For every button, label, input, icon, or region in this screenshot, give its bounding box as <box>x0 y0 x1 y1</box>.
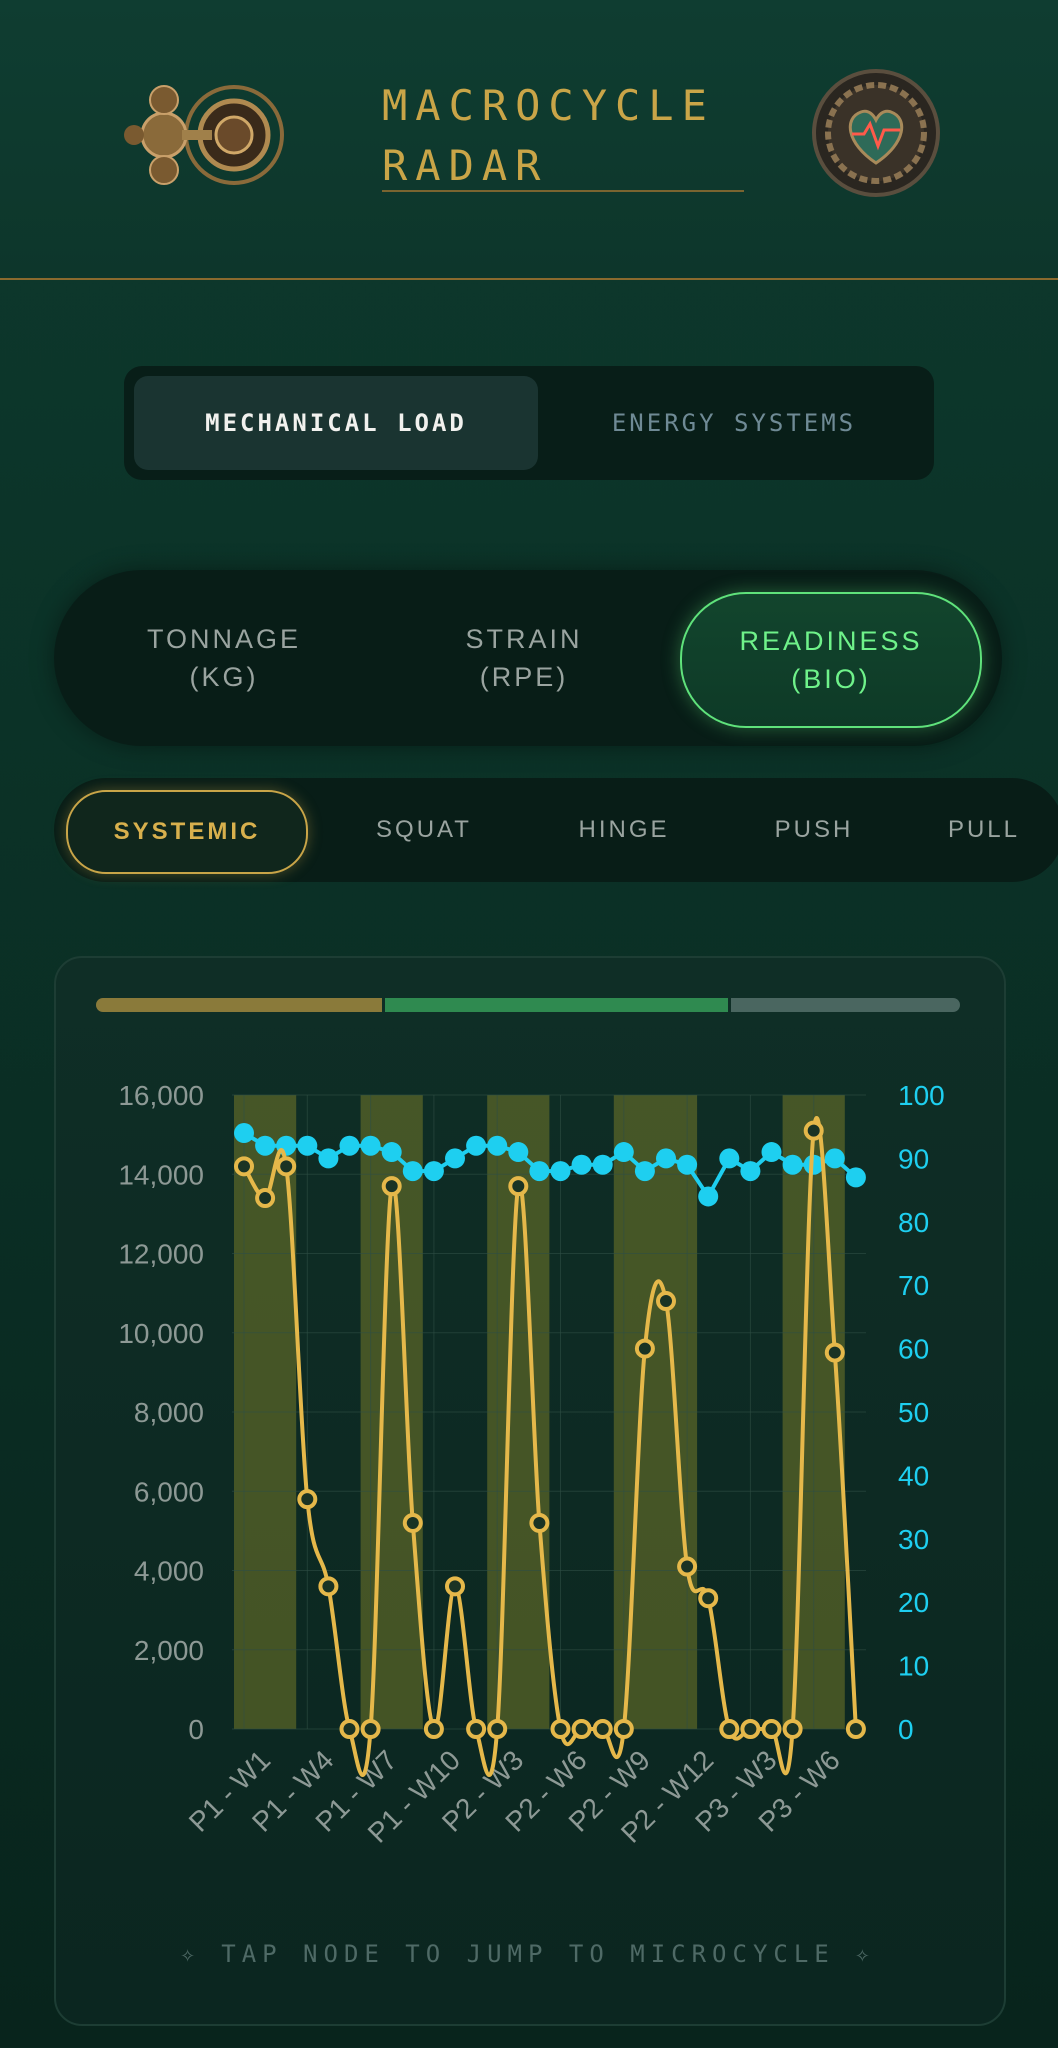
tab-energy-systems[interactable]: ENERGY SYSTEMS <box>544 376 924 470</box>
tonnage-point[interactable] <box>529 1512 550 1533</box>
mode-tabs: MECHANICAL LOAD ENERGY SYSTEMS <box>124 366 934 480</box>
tonnage-point[interactable] <box>508 1176 529 1197</box>
readiness-point <box>318 1148 339 1169</box>
readiness-point <box>276 1135 297 1156</box>
tonnage-point[interactable] <box>613 1719 634 1739</box>
tonnage-point[interactable] <box>276 1156 297 1177</box>
filter-systemic[interactable]: SYSTEMIC <box>66 790 308 874</box>
tonnage-point[interactable] <box>782 1719 803 1739</box>
readiness-point <box>634 1161 655 1182</box>
app-title: MACROCYCLE RADAR <box>382 81 715 190</box>
metric-strain-button[interactable]: STRAIN (RPE) <box>394 570 654 746</box>
readiness-point <box>613 1142 634 1163</box>
tonnage-point[interactable] <box>360 1719 381 1739</box>
readiness-point <box>550 1161 571 1182</box>
readiness-point <box>845 1167 866 1188</box>
metric-tonnage-button[interactable]: TONNAGE (KG) <box>94 570 354 746</box>
title-underline <box>382 190 744 192</box>
tonnage-point[interactable] <box>803 1120 824 1141</box>
tonnage-point[interactable] <box>677 1556 698 1577</box>
phase-bar-3 <box>731 998 960 1012</box>
readiness-point <box>656 1148 676 1169</box>
tonnage-point[interactable] <box>445 1576 465 1597</box>
mechanical-heart-emblem[interactable] <box>806 68 946 198</box>
readiness-point <box>824 1148 845 1169</box>
readiness-point <box>740 1161 761 1182</box>
tonnage-point[interactable] <box>592 1719 613 1739</box>
readiness-point <box>529 1161 550 1182</box>
tonnage-point[interactable] <box>318 1576 339 1597</box>
phase-bar-2 <box>385 998 728 1012</box>
readiness-point <box>445 1148 465 1169</box>
tonnage-point[interactable] <box>297 1489 318 1510</box>
filter-hinge[interactable]: HINGE <box>534 790 714 870</box>
readiness-point <box>571 1154 592 1175</box>
app-header: MACROCYCLE RADAR <box>0 0 1058 280</box>
metric-readiness-button[interactable]: READINESS (BIO) <box>680 592 982 728</box>
filter-pull[interactable]: PULL <box>914 790 1054 870</box>
readiness-point <box>402 1161 423 1182</box>
tonnage-point[interactable] <box>339 1719 360 1739</box>
chart-card <box>54 956 1006 2026</box>
tonnage-point[interactable] <box>740 1719 761 1739</box>
readiness-point <box>508 1142 529 1163</box>
readiness-point <box>719 1148 740 1169</box>
tonnage-point[interactable] <box>845 1719 866 1739</box>
tonnage-point[interactable] <box>719 1719 740 1739</box>
tonnage-point[interactable] <box>402 1512 423 1533</box>
tonnage-point[interactable] <box>761 1719 782 1739</box>
readiness-point <box>360 1135 381 1156</box>
readiness-point <box>297 1135 318 1156</box>
readiness-point <box>255 1135 276 1156</box>
readiness-point <box>487 1135 508 1156</box>
readiness-point <box>592 1154 613 1175</box>
metric-selector: TONNAGE (KG) STRAIN (RPE) READINESS (BIO… <box>54 570 1002 746</box>
tab-mechanical-load[interactable]: MECHANICAL LOAD <box>134 376 538 470</box>
filter-squat[interactable]: SQUAT <box>344 790 504 870</box>
readiness-point <box>782 1154 803 1175</box>
tonnage-point[interactable] <box>824 1342 845 1363</box>
filter-push[interactable]: PUSH <box>734 790 894 870</box>
steampunk-gear-logo <box>124 85 284 185</box>
readiness-point <box>381 1142 402 1163</box>
tonnage-point[interactable] <box>550 1719 571 1739</box>
tonnage-point[interactable] <box>656 1291 676 1312</box>
movement-filter: SYSTEMIC SQUAT HINGE PUSH PULL <box>54 778 1058 882</box>
tap-hint: ✧ TAP NODE TO JUMP TO MICROCYCLE ✧ <box>180 1940 876 1968</box>
readiness-point <box>339 1135 360 1156</box>
readiness-point <box>761 1142 782 1163</box>
tonnage-point[interactable] <box>634 1338 655 1359</box>
tonnage-point[interactable] <box>255 1188 276 1209</box>
readiness-point <box>698 1186 719 1207</box>
readiness-point <box>466 1135 487 1156</box>
readiness-point <box>423 1161 444 1182</box>
phase-bar-1 <box>96 998 382 1012</box>
tonnage-point[interactable] <box>571 1719 592 1739</box>
tonnage-point[interactable] <box>423 1719 444 1739</box>
tonnage-point[interactable] <box>234 1156 254 1177</box>
readiness-point <box>234 1123 254 1144</box>
readiness-point <box>803 1154 824 1175</box>
tonnage-point[interactable] <box>487 1719 508 1739</box>
tonnage-point[interactable] <box>698 1588 719 1609</box>
readiness-point <box>677 1154 698 1175</box>
tonnage-point[interactable] <box>466 1719 487 1739</box>
tonnage-point[interactable] <box>381 1176 402 1197</box>
